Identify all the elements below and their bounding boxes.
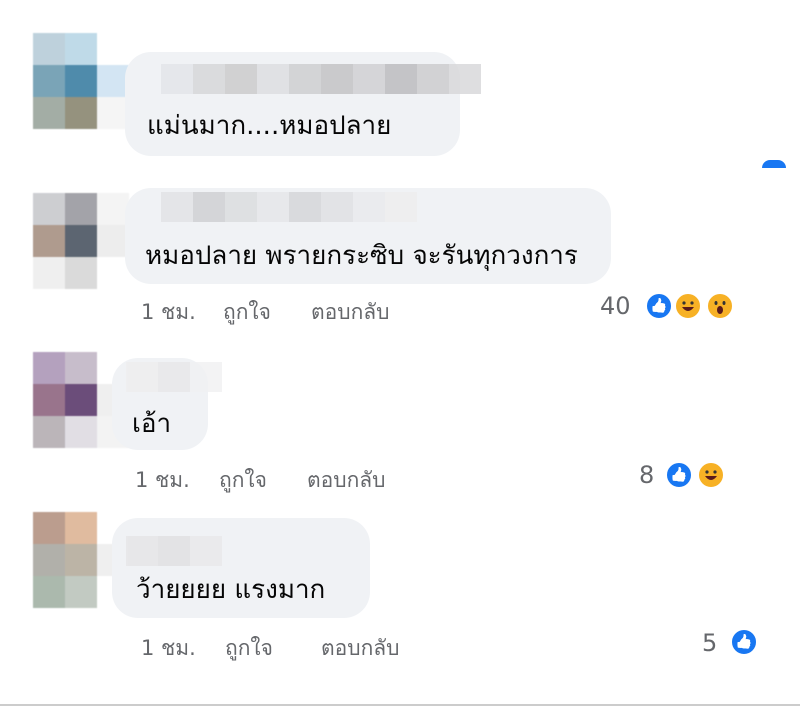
reply-link[interactable]: ตอบกลับ <box>311 296 390 329</box>
commenter-name[interactable] <box>161 64 481 94</box>
name-pixel <box>321 192 353 222</box>
comment-text: ว้ายยยย แรงมาก <box>136 575 326 605</box>
like-icon <box>730 628 758 656</box>
name-pixel <box>193 64 225 94</box>
like-link[interactable]: ถูกใจ <box>225 632 321 665</box>
avatar-pixel <box>65 65 97 97</box>
name-pixel <box>289 64 321 94</box>
comment-actions: 1 ชม. ถูกใจ ตอบกลับ <box>135 464 386 497</box>
avatar-pixel <box>97 33 129 65</box>
reaction-count[interactable]: 5 <box>702 629 717 657</box>
name-pixel <box>353 192 385 222</box>
name-pixel <box>161 192 193 222</box>
avatar-pixel <box>65 576 97 608</box>
commenter-name[interactable] <box>126 362 222 392</box>
commenter-avatar[interactable] <box>33 33 129 129</box>
name-pixel <box>257 192 289 222</box>
name-pixel <box>385 192 417 222</box>
avatar-pixel <box>65 512 97 544</box>
avatar-pixel <box>33 416 65 448</box>
avatar-pixel <box>65 384 97 416</box>
commenter-avatar[interactable] <box>33 193 129 289</box>
name-pixel <box>158 362 190 392</box>
avatar-pixel <box>97 257 129 289</box>
reply-link[interactable]: ตอบกลับ <box>307 464 386 497</box>
avatar-pixel <box>33 257 65 289</box>
comment-text: หมอปลาย พรายกระซิบ จะรันทุกวงการ <box>145 241 578 271</box>
name-pixel <box>126 536 158 566</box>
comment-actions: 1 ชม. ถูกใจ ตอบกลับ <box>141 632 400 665</box>
like-icon <box>665 461 693 489</box>
name-pixel <box>257 64 289 94</box>
avatar-pixel <box>65 97 97 129</box>
comment-bubble: หมอปลาย พรายกระซิบ จะรันทุกวงการ <box>125 188 611 284</box>
avatar-pixel <box>33 576 65 608</box>
name-pixel <box>225 192 257 222</box>
name-pixel <box>193 192 225 222</box>
name-pixel <box>289 192 321 222</box>
avatar-pixel <box>33 352 65 384</box>
comment-text: เอ้า <box>132 409 172 439</box>
avatar-pixel <box>33 225 65 257</box>
name-pixel <box>190 362 222 392</box>
name-pixel <box>353 64 385 94</box>
avatar-pixel <box>33 65 65 97</box>
comment-timestamp[interactable]: 1 ชม. <box>135 464 219 497</box>
name-pixel <box>225 64 257 94</box>
avatar-pixel <box>65 33 97 65</box>
comment-actions: 1 ชม. ถูกใจ ตอบกลับ <box>141 296 390 329</box>
avatar-pixel <box>65 257 97 289</box>
avatar-pixel <box>33 97 65 129</box>
name-pixel <box>321 64 353 94</box>
avatar-pixel <box>65 352 97 384</box>
name-pixel <box>161 64 193 94</box>
comment-timestamp[interactable]: 1 ชม. <box>141 632 225 665</box>
name-pixel <box>449 64 481 94</box>
name-pixel <box>158 536 190 566</box>
avatar-pixel <box>65 544 97 576</box>
avatar-pixel <box>33 33 65 65</box>
name-pixel <box>126 362 158 392</box>
like-icon <box>645 292 673 320</box>
reply-link[interactable]: ตอบกลับ <box>321 632 400 665</box>
avatar-pixel <box>65 225 97 257</box>
avatar-pixel <box>33 512 65 544</box>
reaction-count[interactable]: 40 <box>600 292 631 320</box>
divider <box>0 704 800 706</box>
comment-bubble: ว้ายยยย แรงมาก <box>112 518 370 618</box>
name-pixel <box>417 64 449 94</box>
commenter-name[interactable] <box>161 192 417 222</box>
avatar-pixel <box>33 384 65 416</box>
name-pixel <box>190 536 222 566</box>
comment-bubble: แม่นมาก....หมอปลาย <box>125 52 481 156</box>
avatar-pixel <box>33 544 65 576</box>
blue-icon-partial <box>762 160 786 168</box>
comment-text: แม่นมาก....หมอปลาย <box>147 111 392 141</box>
avatar-pixel <box>33 193 65 225</box>
haha-icon <box>697 461 725 489</box>
comment-bubble: เอ้า <box>112 358 222 450</box>
avatar-pixel <box>65 416 97 448</box>
avatar-pixel <box>65 193 97 225</box>
name-pixel <box>385 64 417 94</box>
reaction-count[interactable]: 8 <box>639 461 654 489</box>
like-link[interactable]: ถูกใจ <box>223 296 311 329</box>
like-link[interactable]: ถูกใจ <box>219 464 307 497</box>
wow-icon <box>706 292 734 320</box>
haha-icon <box>674 292 702 320</box>
commenter-name[interactable] <box>126 536 222 566</box>
comment-timestamp[interactable]: 1 ชม. <box>141 296 223 329</box>
